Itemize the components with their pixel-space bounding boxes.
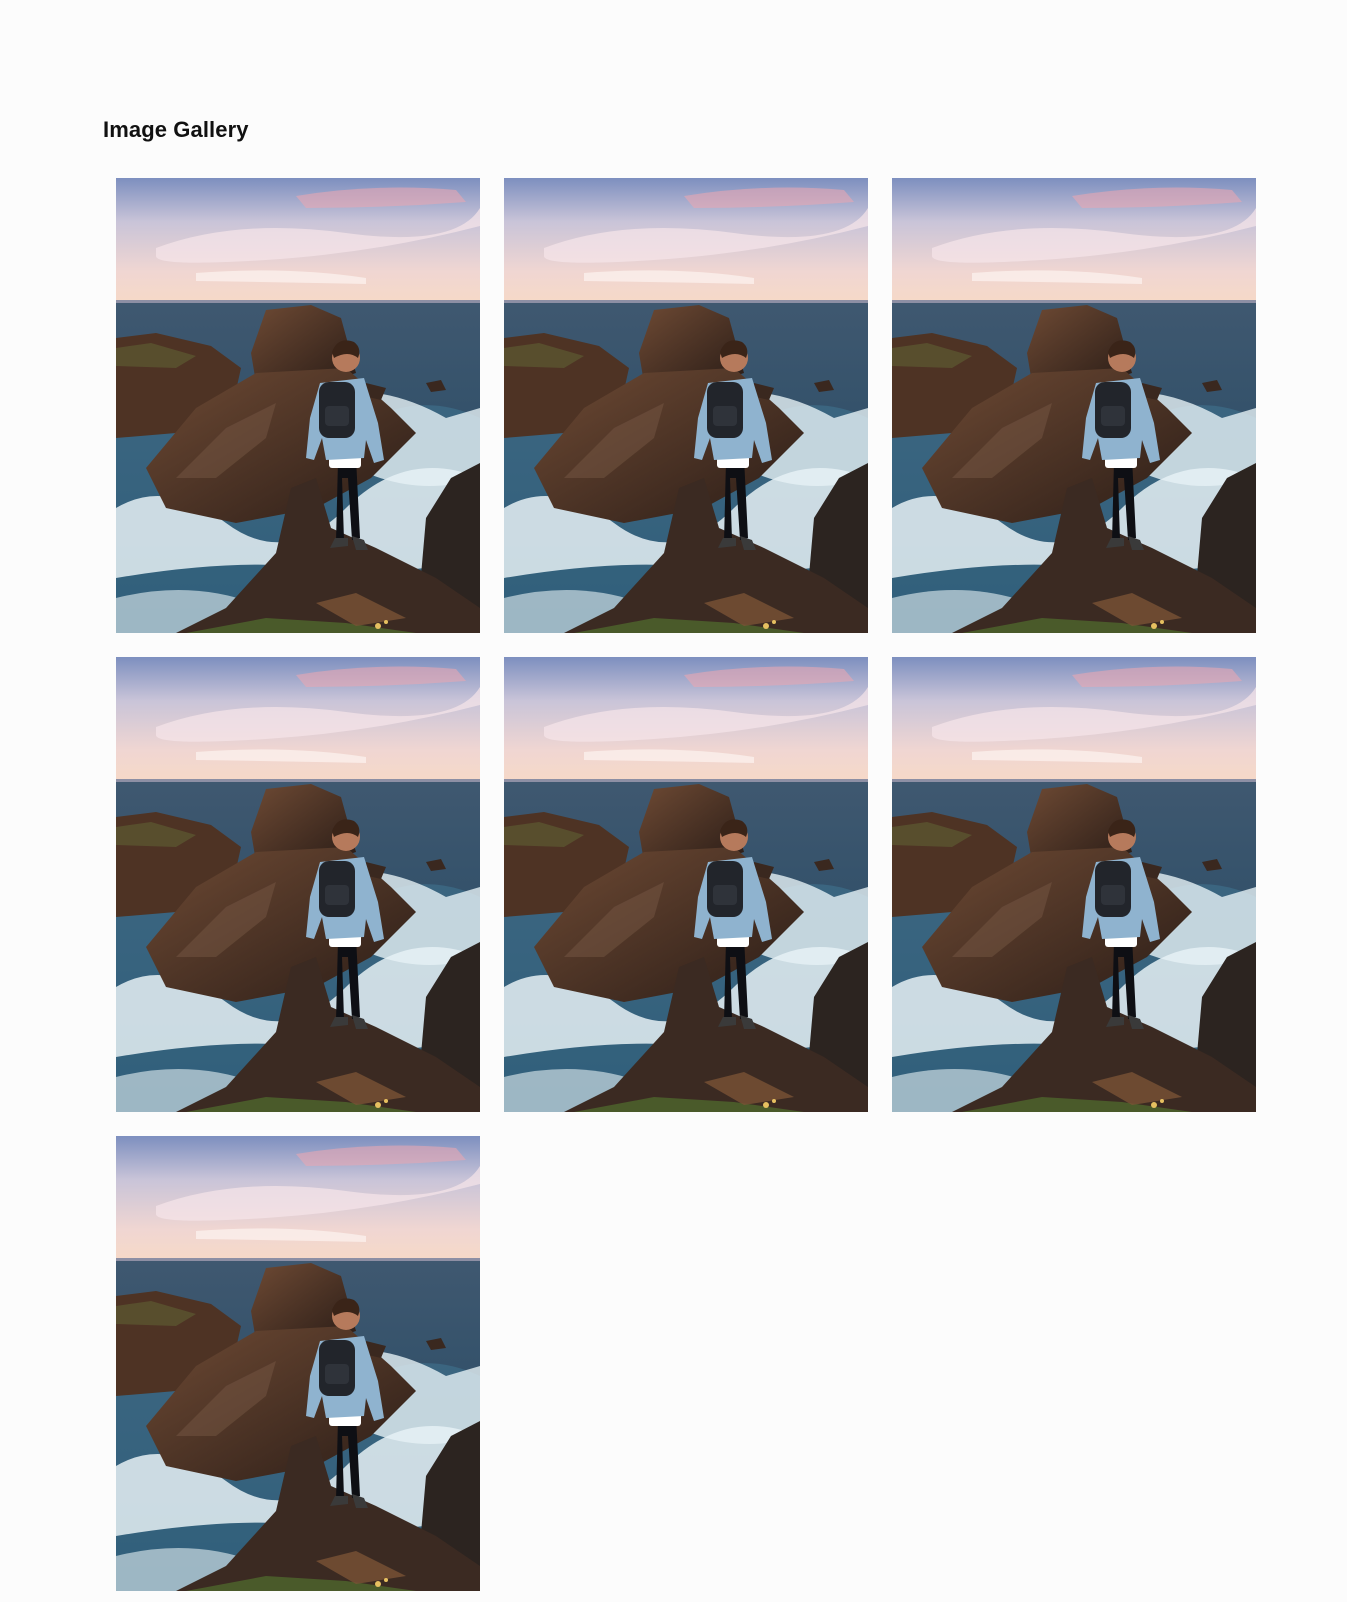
gallery-photo-3[interactable] — [892, 178, 1256, 633]
hiker-on-sea-cliff-photo — [504, 657, 868, 1112]
page-title: Image Gallery — [103, 117, 249, 142]
gallery-photo-6[interactable] — [892, 657, 1256, 1112]
hiker-on-sea-cliff-photo — [116, 1136, 480, 1591]
gallery-photo-1[interactable] — [116, 178, 480, 633]
hiker-on-sea-cliff-photo — [504, 178, 868, 633]
gallery-photo-7[interactable] — [116, 1136, 480, 1591]
gallery-photo-5[interactable] — [504, 657, 868, 1112]
hiker-on-sea-cliff-photo — [116, 657, 480, 1112]
gallery-photo-4[interactable] — [116, 657, 480, 1112]
hiker-on-sea-cliff-photo — [116, 178, 480, 633]
gallery-photo-2[interactable] — [504, 178, 868, 633]
hiker-on-sea-cliff-photo — [892, 657, 1256, 1112]
hiker-on-sea-cliff-photo — [892, 178, 1256, 633]
image-gallery-grid — [116, 178, 1256, 1591]
